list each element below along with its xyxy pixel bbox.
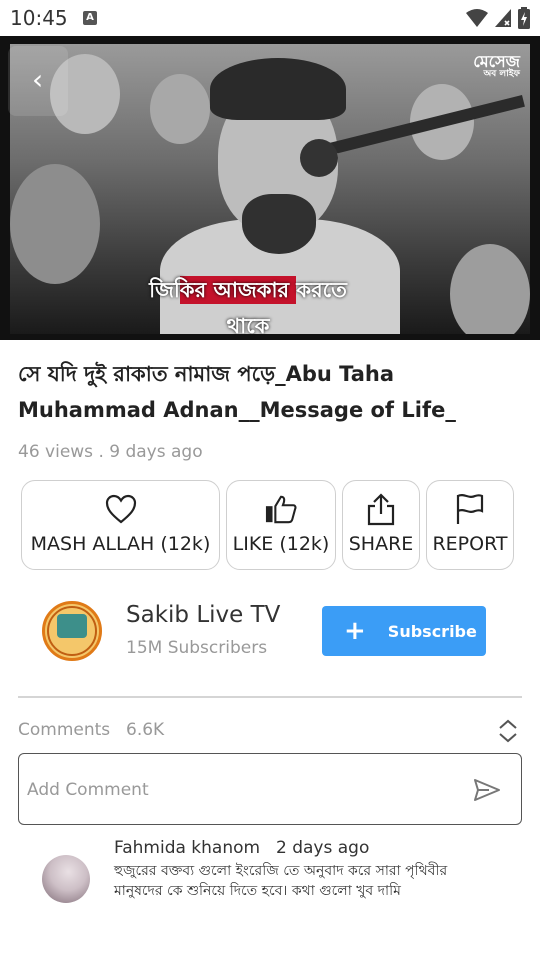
share-icon <box>365 493 397 526</box>
status-icons <box>466 7 530 29</box>
back-button[interactable]: ‹ <box>8 46 68 116</box>
subscribe-button[interactable]: + Subscribe <box>322 606 486 656</box>
comment-input-box <box>18 753 522 825</box>
mash-allah-button[interactable]: MASH ALLAH (12k) <box>21 480 220 570</box>
flag-icon <box>454 493 486 525</box>
comments-count: 6.6K <box>126 720 165 740</box>
like-button[interactable]: LIKE (12k) <box>226 480 336 570</box>
plus-icon: + <box>344 616 366 646</box>
status-time: 10:45 <box>10 6 68 30</box>
divider <box>18 696 522 698</box>
heart-icon <box>105 493 137 525</box>
speaker-beard <box>242 194 316 254</box>
comment-text: হুজুরের বক্তব্য গুলো ইংরেজি তে অনুবাদ কর… <box>114 863 448 899</box>
mash-allah-label: MASH ALLAH (12k) <box>30 533 211 555</box>
video-caption: জিকির আজকার করতে থাকে <box>128 272 368 334</box>
microphone-head <box>300 139 338 177</box>
comment-author: Fahmida khanom <box>114 838 261 858</box>
crowd-figure <box>10 164 100 284</box>
report-label: REPORT <box>432 533 508 555</box>
avatar-emblem <box>57 614 87 638</box>
comments-label: Comments <box>18 720 111 740</box>
caption-text: জিকির আজকার করতে থাকে <box>149 278 347 334</box>
share-button[interactable]: SHARE <box>342 480 420 570</box>
video-meta: 46 views . 9 days ago <box>18 442 203 462</box>
logo-line-1: মেসেজ <box>473 52 520 71</box>
send-icon[interactable] <box>473 776 501 804</box>
channel-subscriber-count: 15M Subscribers <box>126 638 268 658</box>
status-bar: 10:45 A <box>0 0 540 36</box>
notification-a-icon: A <box>83 11 97 25</box>
cell-signal-icon <box>495 9 511 27</box>
subscribe-label: Subscribe <box>387 621 477 641</box>
channel-watermark-logo: মেসেজ অব লাইফ <box>473 54 520 80</box>
wifi-icon <box>466 9 488 27</box>
video-frame: জিকির আজকার করতে থাকে মেসেজ অব লাইফ <box>10 44 530 334</box>
like-label: LIKE (12k) <box>232 533 330 555</box>
channel-avatar[interactable] <box>42 601 102 661</box>
comment-author-avatar[interactable] <box>42 855 90 903</box>
speaker-cap <box>210 58 346 120</box>
chevron-left-icon: ‹ <box>32 63 44 96</box>
crowd-figure <box>450 244 530 334</box>
channel-name[interactable]: Sakib Live TV <box>126 602 280 628</box>
crowd-figure <box>150 74 210 144</box>
expand-collapse-icon[interactable] <box>496 718 520 744</box>
share-label: SHARE <box>348 533 414 555</box>
thumbs-up-icon <box>265 493 297 525</box>
video-player[interactable]: জিকির আজকার করতে থাকে মেসেজ অব লাইফ ‹ <box>0 36 540 340</box>
battery-icon <box>518 7 530 29</box>
video-title: সে যদি দুই রাকাত নামাজ পড়ে_Abu Taha Muh… <box>18 362 456 422</box>
comment-time: 2 days ago <box>276 838 370 858</box>
report-button[interactable]: REPORT <box>426 480 514 570</box>
comment-input[interactable] <box>27 774 447 806</box>
